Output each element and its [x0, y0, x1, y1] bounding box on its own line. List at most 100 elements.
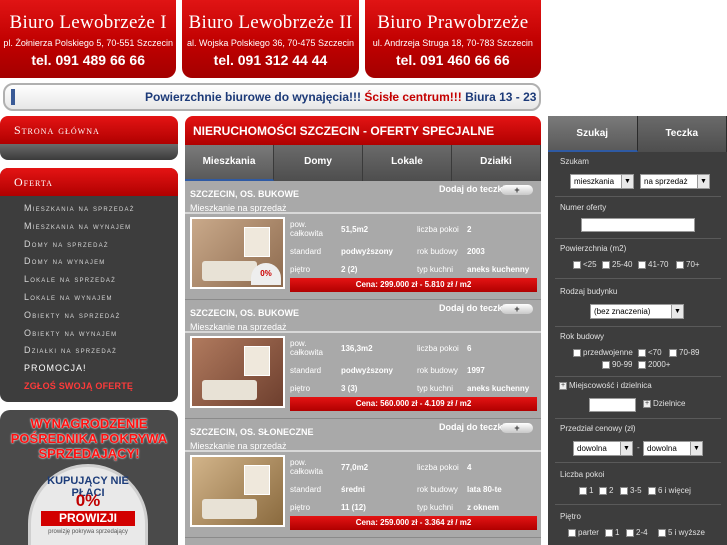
office-phone: tel. 091 489 66 66 — [31, 52, 145, 68]
locality-toggle[interactable]: + Miejscowość i dzielnica — [559, 381, 652, 390]
tab-premises[interactable]: Lokale — [363, 145, 452, 181]
home-link[interactable]: Strona główna — [0, 116, 178, 144]
label-area: pow. całkowita — [290, 339, 323, 357]
menu-item-plots-sale[interactable]: Działki na sprzedaż — [0, 342, 178, 360]
menu-item-report-offer[interactable]: ZGŁOŚ SWOJĄ OFERTĘ — [0, 378, 178, 396]
label-price-range: Przedział cenowy (zł) — [560, 424, 636, 433]
transaction-select[interactable]: na sprzedaż ▼ — [640, 174, 710, 189]
menu-item-objects-sale[interactable]: Obiekty na sprzedaż — [0, 307, 178, 325]
label-area: pow. całkowita — [290, 458, 323, 476]
menu-item-houses-rent[interactable]: Domy na wynajem — [0, 253, 178, 271]
price-from-select[interactable]: dowolna ▼ — [573, 441, 633, 456]
label-kitchen: typ kuchni — [417, 384, 454, 393]
area-option-2[interactable]: 25-40 — [602, 260, 632, 269]
add-to-folder-button[interactable]: + — [501, 423, 533, 433]
tab-folder[interactable]: Teczka — [637, 116, 727, 152]
listing-card[interactable]: SZCZECIN, OS. SŁONECZNE Mieszkanie na sp… — [185, 419, 541, 538]
label-kitchen: typ kuchni — [417, 503, 454, 512]
area-option-1[interactable]: <25 — [573, 260, 597, 269]
office-address: ul. Andrzeja Struga 18, 70-783 Szczecin — [372, 38, 533, 48]
offer-header[interactable]: Oferta — [0, 168, 178, 196]
price-from-value: dowolna — [577, 444, 607, 453]
listing-photo[interactable] — [190, 455, 285, 527]
office-card-1[interactable]: Biuro Lewobrzeże I pl. Żołnierza Polskie… — [0, 0, 177, 78]
chevron-down-icon: ▼ — [697, 175, 709, 188]
value-year: 1997 — [467, 366, 485, 375]
value-year: lata 80-te — [467, 485, 502, 494]
listing-title[interactable]: SZCZECIN, OS. BUKOWE — [190, 189, 299, 199]
rooms-option-4[interactable]: 6 i więcej — [648, 486, 691, 495]
menu-item-premises-rent[interactable]: Lokale na wynajem — [0, 289, 178, 307]
divider — [555, 418, 721, 419]
offer-number-input[interactable] — [581, 218, 695, 232]
value-floor: 11 (12) — [341, 503, 366, 512]
tab-search[interactable]: Szukaj — [548, 116, 638, 152]
label-rooms: liczba pokoi — [417, 463, 459, 472]
year-option-4[interactable]: 90-99 — [602, 360, 632, 369]
year-option-1[interactable]: przedwojenne — [573, 348, 633, 357]
menu-item-objects-rent[interactable]: Obiekty na wynajem — [0, 325, 178, 343]
no-commission-badge: KUPUJĄCY NIE PŁACI 0% PROWIZJI prowizję … — [28, 463, 148, 545]
year-option-5[interactable]: 2000+ — [638, 360, 670, 369]
value-rooms: 2 — [467, 225, 472, 234]
menu-item-flats-rent[interactable]: Mieszkania na wynajem — [0, 218, 178, 236]
commission-promo[interactable]: WYNAGRODZENIE POŚREDNIKA POKRYWA SPRZEDA… — [0, 409, 178, 545]
value-kitchen: aneks kuchenny — [467, 384, 530, 393]
listing-title[interactable]: SZCZECIN, OS. SŁONECZNE — [190, 427, 314, 437]
label-area: pow. całkowita — [290, 220, 323, 238]
value-year: 2003 — [467, 247, 485, 256]
area-option-4[interactable]: 70+ — [676, 260, 700, 269]
listing-card[interactable]: SZCZECIN, OS. BUKOWE Mieszkanie na sprze… — [185, 300, 541, 419]
menu-item-promo[interactable]: PROMOCJA! — [0, 360, 178, 378]
floor-option-1[interactable]: parter — [568, 528, 599, 537]
property-type-select[interactable]: mieszkania ▼ — [570, 174, 634, 189]
menu-item-premises-sale[interactable]: Lokale na sprzedaż — [0, 271, 178, 289]
divider — [555, 462, 721, 463]
add-to-folder-label[interactable]: Dodaj do teczki — [439, 422, 505, 432]
office-address: pl. Żołnierza Polskiego 5, 70-551 Szczec… — [3, 38, 173, 48]
tab-houses[interactable]: Domy — [274, 145, 363, 181]
news-ticker[interactable]: Powierzchnie biurowe do wynajęcia!!! Ści… — [3, 83, 541, 111]
listing-photo[interactable] — [190, 336, 285, 408]
office-card-3[interactable]: Biuro Prawobrzeże ul. Andrzeja Struga 18… — [364, 0, 541, 78]
rooms-option-3[interactable]: 3-5 — [620, 486, 642, 495]
locality-input[interactable] — [589, 398, 636, 412]
year-option-3[interactable]: 70-89 — [669, 348, 699, 357]
property-type-value: mieszkania — [574, 177, 615, 186]
ticker-text: Powierzchnie biurowe do wynajęcia!!! Ści… — [145, 90, 539, 104]
add-to-folder-button[interactable]: + — [501, 304, 533, 314]
listing-title[interactable]: SZCZECIN, OS. BUKOWE — [190, 308, 299, 318]
label-build-year: Rok budowy — [560, 332, 605, 341]
rooms-option-2[interactable]: 2 — [599, 486, 613, 495]
ticker-part-1: Powierzchnie biurowe do wynajęcia!!! — [145, 90, 362, 104]
left-sidebar: Strona główna Oferta Mieszkania na sprze… — [0, 116, 178, 545]
offer-menu: Oferta Mieszkania na sprzedaż Mieszkania… — [0, 168, 178, 402]
price-to-select[interactable]: dowolna ▼ — [643, 441, 703, 456]
floor-option-3[interactable]: 2-4 — [626, 528, 648, 537]
label-rooms: liczba pokoi — [417, 344, 459, 353]
rooms-option-1[interactable]: 1 — [579, 486, 593, 495]
add-to-folder-button[interactable]: + — [501, 185, 533, 195]
listing-photo[interactable]: 0% — [190, 217, 285, 289]
office-card-2[interactable]: Biuro Lewobrzeże II al. Wojska Polskiego… — [182, 0, 359, 78]
building-type-select[interactable]: (bez znaczenia) ▼ — [590, 304, 684, 319]
year-option-2[interactable]: <70 — [638, 348, 662, 357]
area-option-3[interactable]: 41-70 — [638, 260, 668, 269]
category-tabs: Mieszkania Domy Lokale Działki — [185, 145, 541, 181]
floor-option-4[interactable]: 5 i wyższe — [658, 528, 705, 537]
add-to-folder-label[interactable]: Dodaj do teczki — [439, 303, 505, 313]
tab-plots[interactable]: Działki — [452, 145, 541, 181]
district-toggle[interactable]: + Dzielnice — [643, 399, 685, 408]
tab-flats[interactable]: Mieszkania — [185, 145, 274, 181]
menu-item-houses-sale[interactable]: Domy na sprzedaż — [0, 236, 178, 254]
floor-option-2[interactable]: 1 — [605, 528, 619, 537]
label-szukam: Szukam — [560, 157, 589, 166]
listings: SZCZECIN, OS. BUKOWE Mieszkanie na sprze… — [185, 181, 541, 545]
listing-price: Cena: 299.000 zł - 5.810 zł / m2 — [290, 278, 537, 292]
add-to-folder-label[interactable]: Dodaj do teczki — [439, 184, 505, 194]
listing-price: Cena: 560.000 zł - 4.109 zł / m2 — [290, 397, 537, 411]
listing-card[interactable]: SZCZECIN, OS. BUKOWE Mieszkanie na sprze… — [185, 181, 541, 300]
ticker-part-3: Biura 13 - 23 m — [465, 90, 539, 104]
building-type-value: (bez znaczenia) — [594, 307, 651, 316]
menu-item-flats-sale[interactable]: Mieszkania na sprzedaż — [0, 200, 178, 218]
